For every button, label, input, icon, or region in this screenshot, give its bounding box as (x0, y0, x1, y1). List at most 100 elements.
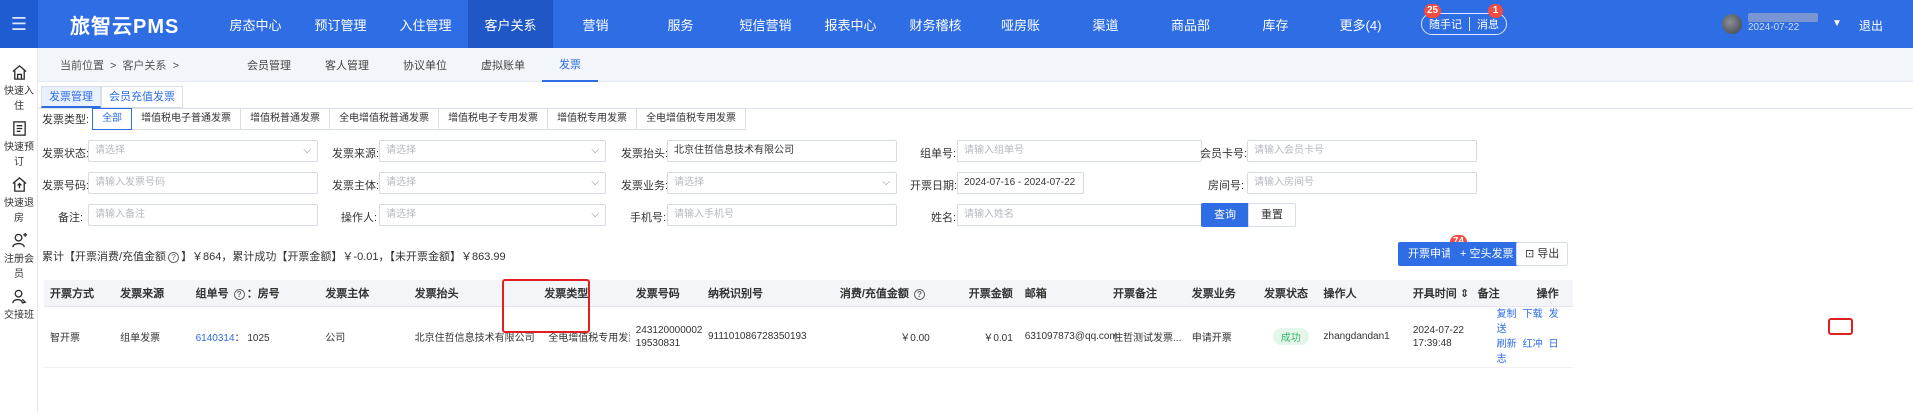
source-select[interactable]: 请选择 ⌵ (379, 140, 606, 162)
col-method: 开票方式 (44, 280, 115, 307)
nav-item-dummy-account[interactable]: 哑房账 (978, 0, 1063, 48)
card-input[interactable]: 请输入会员卡号 (1247, 140, 1477, 162)
subnav-member-management[interactable]: 会员管理 (230, 48, 308, 82)
nav-item-marketing[interactable]: 营销 (553, 0, 638, 48)
type-option-vat-normal[interactable]: 增值税普通发票 (240, 108, 331, 130)
remark-input[interactable]: 请输入备注 (88, 204, 318, 226)
refresh-action[interactable]: 刷新 (1497, 339, 1517, 350)
sidebar-item-label: 交接班 (4, 310, 34, 321)
sidebar-item-quick-checkout[interactable]: 快速退房 (0, 176, 38, 224)
group-number-link[interactable]: 6140314 (196, 333, 235, 344)
business-placeholder: 请选择 (674, 177, 704, 188)
reset-button[interactable]: 重置 (1248, 203, 1296, 227)
highlight-red-reverse (1828, 318, 1853, 335)
logout-button[interactable]: 退出 (1859, 17, 1883, 34)
col-note: 开票备注 (1107, 280, 1186, 307)
col-amount-label: 消费/充值金额 (839, 287, 909, 300)
nav-item-checkin[interactable]: 入住管理 (383, 0, 468, 48)
business-select[interactable]: 请选择 ⌵ (667, 172, 897, 194)
nav-item-room-status[interactable]: 房态中心 (213, 0, 298, 48)
export-button[interactable]: ⊡ 导出 (1516, 242, 1569, 266)
summary-text: 累计【开票消费/充值金额? 】￥864，累计成功【开票金额】￥-0.01，【未开票… (42, 248, 506, 264)
nav-item-reports[interactable]: 报表中心 (808, 0, 893, 48)
card-label: 会员卡号: (1200, 148, 1248, 160)
tab-member-recharge-invoice[interactable]: 会员充值发票 (101, 86, 183, 108)
nav-item-inventory[interactable]: 库存 (1233, 0, 1318, 48)
cell-source: 组单发票 (114, 306, 190, 368)
notes-button[interactable]: 25 随手记 (1422, 4, 1469, 32)
sidebar-item-label: 快速入住 (4, 86, 34, 112)
tab-invoice-management[interactable]: 发票管理 (41, 86, 101, 108)
sub-nav: 会员管理 客人管理 协议单位 虚拟账单 发票 (230, 48, 598, 82)
help-icon[interactable]: ? (168, 252, 180, 263)
col-time-label: 开具时间 (1412, 287, 1457, 300)
breadcrumb-section[interactable]: 客户关系 (122, 60, 166, 72)
subnav-agreement-units[interactable]: 协议单位 (386, 48, 464, 82)
messages-button[interactable]: 1 消息 (1470, 4, 1506, 32)
export-icon: ⊡ (1525, 248, 1538, 260)
subnav-invoice[interactable]: 发票 (542, 48, 598, 82)
entity-placeholder: 请选择 (386, 177, 416, 188)
cell-group-room: 6140314： 1025 (189, 306, 320, 368)
chevron-down-icon: ⌵ (591, 177, 599, 188)
source-label: 发票来源: (332, 148, 380, 160)
sort-icon[interactable]: ⇕ (1460, 288, 1469, 300)
user-menu[interactable]: 2024-07-22 ▼ (1722, 13, 1842, 34)
red-reverse-action[interactable]: 红冲 (1523, 339, 1543, 350)
number-line-2: 19530831 (635, 337, 681, 349)
number-input[interactable]: 请输入发票号码 (88, 172, 318, 194)
title-input[interactable]: 北京住哲信息技术有限公司 (667, 140, 897, 162)
sidebar-item-shift-handover[interactable]: 交接班 (0, 288, 38, 321)
copy-action[interactable]: 复制 (1497, 309, 1517, 320)
type-option-full-e-normal[interactable]: 全电增值税普通发票 (329, 108, 440, 130)
group-input[interactable]: 请输入组单号 (957, 140, 1202, 162)
col-business: 发票业务 (1185, 280, 1258, 307)
blank-invoice-button[interactable]: + 空头发票 (1450, 242, 1524, 266)
help-icon[interactable]: ? (233, 288, 245, 300)
help-icon[interactable]: ? (913, 288, 925, 300)
nav-item-goods[interactable]: 商品部 (1148, 0, 1233, 48)
number-label: 发票号码: (42, 180, 90, 192)
cell-number: 243120000002 19530831 (629, 306, 702, 368)
nav-item-sms[interactable]: 短信营销 (723, 0, 808, 48)
nav-item-more[interactable]: 更多(4) (1318, 0, 1403, 48)
col-time[interactable]: 开具时间 ⇕ (1406, 280, 1472, 307)
caret-down-icon[interactable]: ▼ (1832, 18, 1842, 29)
entity-select[interactable]: 请选择 ⌵ (379, 172, 606, 194)
nav-item-service[interactable]: 服务 (638, 0, 723, 48)
type-option-vat-special[interactable]: 增值税专用发票 (547, 108, 638, 130)
nav-item-crm[interactable]: 客户关系 (468, 0, 553, 48)
col-remark-label: 备注 (1477, 287, 1500, 300)
date-range-input[interactable]: 2024-07-16 - 2024-07-22 (957, 172, 1084, 194)
booking-list-icon (12, 121, 26, 136)
type-option-vat-e-special[interactable]: 增值税电子专用发票 (438, 108, 549, 130)
sub-bar: 当前位置 > 客户关系 > 会员管理 客人管理 协议单位 虚拟账单 发票 (38, 48, 1913, 82)
nav-item-finance[interactable]: 财务稽核 (893, 0, 978, 48)
messages-label: 消息 (1477, 19, 1499, 31)
col-status: 发票状态 (1257, 280, 1318, 307)
time-line-2: 17:39:48 (1412, 337, 1452, 349)
status-select[interactable]: 请选择 ⌵ (88, 140, 318, 162)
sidebar-item-quick-booking[interactable]: 快速预订 (0, 120, 38, 168)
query-button[interactable]: 查询 (1201, 203, 1249, 227)
brand-logo: 旅智云PMS (70, 15, 180, 38)
phone-input[interactable]: 请输入手机号 (667, 204, 897, 226)
type-option-vat-e-normal[interactable]: 增值税电子普通发票 (131, 108, 242, 130)
room-input[interactable]: 请输入房间号 (1247, 172, 1477, 194)
type-option-full-e-special[interactable]: 全电增值税专用发票 (636, 108, 747, 130)
cell-time: 2024-07-22 17:39:48 (1406, 306, 1472, 368)
operator-select[interactable]: 请选择 ⌵ (379, 204, 606, 226)
nav-item-reservations[interactable]: 预订管理 (298, 0, 383, 48)
subnav-guest-management[interactable]: 客人管理 (308, 48, 386, 82)
name-input[interactable]: 请输入姓名 (957, 204, 1202, 226)
type-option-all[interactable]: 全部 (92, 108, 133, 130)
menu-toggle-icon[interactable]: ☰ (0, 0, 38, 48)
cell-entity: 公司 (319, 306, 409, 368)
nav-item-channels[interactable]: 渠道 (1063, 0, 1148, 48)
sidebar-item-register-member[interactable]: 注册会员 (0, 232, 38, 280)
col-operator: 操作人 (1317, 280, 1407, 307)
subnav-virtual-bills[interactable]: 虚拟账单 (464, 48, 542, 82)
sidebar-item-quick-checkin[interactable]: 快速入住 (0, 64, 38, 112)
cell-status: 成功 (1257, 306, 1318, 368)
download-action[interactable]: 下载 (1523, 309, 1543, 320)
